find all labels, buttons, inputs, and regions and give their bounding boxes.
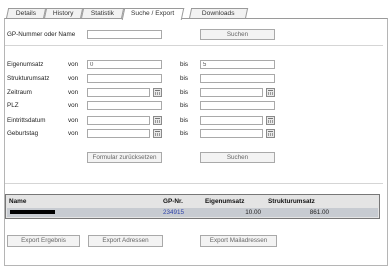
filter-to-input[interactable]	[200, 74, 275, 83]
filter-to-input[interactable]	[200, 60, 275, 69]
calendar-icon[interactable]	[266, 116, 275, 125]
redacted-name	[10, 210, 55, 214]
filter-label: Strukturumsatz	[7, 75, 50, 82]
filter-label: Zeitraum	[7, 89, 32, 96]
filter-label: Eintrittsdatum	[7, 117, 46, 124]
export-mail-button[interactable]: Export Mailadressen	[200, 235, 277, 247]
export-addresses-button[interactable]: Export Adressen	[88, 235, 163, 247]
search-export-panel	[4, 18, 388, 266]
filter-from-input[interactable]	[87, 101, 162, 110]
table-row[interactable]: 234915 10.00 861.00	[7, 208, 378, 217]
filter-to-input[interactable]	[200, 116, 263, 125]
export-results-button[interactable]: Export Ergebnis	[7, 235, 80, 247]
col-strukturumsatz-header[interactable]: Strukturumsatz	[268, 198, 315, 205]
filter-to-input[interactable]	[200, 129, 263, 138]
gp-nr-link[interactable]: 234915	[163, 209, 184, 216]
gp-search-label: GP-Nummer oder Name	[7, 31, 76, 38]
calendar-icon[interactable]	[153, 116, 162, 125]
von-label: von	[68, 102, 79, 109]
von-label: von	[68, 130, 79, 137]
bis-label: bis	[180, 75, 189, 82]
bis-label: bis	[180, 130, 189, 137]
von-label: von	[68, 117, 79, 124]
bis-label: bis	[180, 117, 189, 124]
bis-label: bis	[180, 89, 189, 96]
filter-from-input[interactable]	[87, 74, 162, 83]
bis-label: bis	[180, 61, 189, 68]
gp-search-input[interactable]	[87, 30, 162, 39]
filter-search-button[interactable]: Suchen	[200, 152, 275, 163]
von-label: von	[68, 61, 79, 68]
filter-from-input[interactable]	[87, 129, 150, 138]
filter-from-input[interactable]	[87, 88, 150, 97]
eigenumsatz-value: 10.00	[245, 209, 261, 216]
bis-label: bis	[180, 102, 189, 109]
calendar-icon[interactable]	[266, 88, 275, 97]
filter-from-input[interactable]	[87, 60, 162, 69]
filter-from-input[interactable]	[87, 116, 150, 125]
calendar-icon[interactable]	[153, 88, 162, 97]
filter-to-input[interactable]	[200, 88, 263, 97]
top-search-button[interactable]: Suchen	[200, 29, 275, 40]
filter-label: Geburtstag	[7, 130, 39, 137]
divider	[5, 183, 383, 184]
strukturumsatz-value: 861.00	[309, 209, 329, 216]
reset-form-button[interactable]: Formular zurücksetzen	[87, 152, 162, 163]
calendar-icon[interactable]	[266, 129, 275, 138]
divider	[5, 45, 383, 46]
col-eigenumsatz-header[interactable]: Eigenumsatz	[205, 198, 244, 205]
filter-to-input[interactable]	[200, 101, 275, 110]
col-name-header[interactable]: Name	[9, 198, 26, 205]
filter-label: Eigenumsatz	[7, 61, 44, 68]
von-label: von	[68, 89, 79, 96]
calendar-icon[interactable]	[153, 129, 162, 138]
tab-bar: Details History Statistik Suche / Export…	[0, 0, 390, 20]
filter-label: PLZ	[7, 102, 19, 109]
results-table: Name GP-Nr. Eigenumsatz Strukturumsatz 2…	[5, 194, 380, 219]
col-gp-nr-header[interactable]: GP-Nr.	[163, 198, 183, 205]
von-label: von	[68, 75, 79, 82]
tab-suche-export[interactable]: Suche / Export	[121, 8, 185, 20]
